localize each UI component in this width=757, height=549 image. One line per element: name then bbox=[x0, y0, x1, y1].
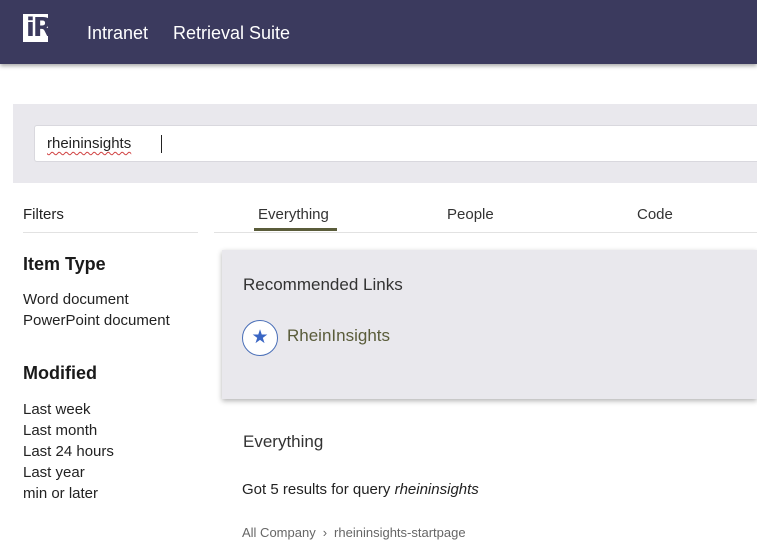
facet-title-item-type: Item Type bbox=[23, 254, 106, 274]
result-breadcrumb: All Company › rheininsights-startpage bbox=[242, 525, 466, 540]
results-summary-query: rheininsights bbox=[394, 481, 479, 498]
facet-option-powerpoint-document[interactable]: PowerPoint document bbox=[23, 310, 170, 331]
facet-option-last-month[interactable]: Last month bbox=[23, 420, 97, 441]
facet-option-last-year[interactable]: Last year bbox=[23, 462, 85, 483]
facet-option-word-document[interactable]: Word document bbox=[23, 289, 129, 310]
breadcrumb-separator-icon: › bbox=[322, 525, 328, 540]
search-input-value[interactable]: rheininsights bbox=[47, 135, 131, 152]
recommended-links-card: Recommended Links ★ RheinInsights bbox=[222, 250, 757, 399]
result-title-cutoff bbox=[242, 544, 362, 549]
nav-intranet[interactable]: Intranet bbox=[87, 22, 148, 44]
rheininsights-logo-icon[interactable]: iR bbox=[23, 14, 53, 42]
tabs-divider bbox=[214, 232, 757, 233]
facet-title-modified: Modified bbox=[23, 363, 97, 383]
facet-option-last-week[interactable]: Last week bbox=[23, 399, 91, 420]
facet-option-min-or-later[interactable]: min or later bbox=[23, 483, 98, 504]
breadcrumb-item-all-company[interactable]: All Company bbox=[242, 525, 316, 540]
tab-code[interactable]: Code bbox=[637, 206, 673, 223]
search-band: rheininsights bbox=[13, 104, 757, 183]
nav-retrieval-suite[interactable]: Retrieval Suite bbox=[173, 22, 290, 44]
recommended-link-rheininsights[interactable]: RheinInsights bbox=[287, 326, 390, 346]
active-tab-indicator bbox=[254, 228, 337, 231]
facet-option-last-24-hours[interactable]: Last 24 hours bbox=[23, 441, 114, 462]
results-summary: Got 5 results for query rheininsights bbox=[242, 481, 479, 498]
recommended-links-title: Recommended Links bbox=[243, 275, 403, 294]
top-header: iR Intranet Retrieval Suite bbox=[0, 0, 757, 64]
search-input[interactable]: rheininsights bbox=[34, 125, 757, 162]
filters-title: Filters bbox=[23, 206, 64, 223]
results-summary-prefix: Got 5 results for query bbox=[242, 481, 395, 498]
breadcrumb-item-startpage[interactable]: rheininsights-startpage bbox=[334, 525, 466, 540]
star-icon[interactable]: ★ bbox=[242, 320, 278, 356]
tab-everything[interactable]: Everything bbox=[258, 206, 329, 223]
filters-divider bbox=[23, 232, 198, 233]
results-heading: Everything bbox=[243, 432, 324, 451]
text-caret bbox=[161, 135, 162, 153]
tab-people[interactable]: People bbox=[447, 206, 494, 223]
